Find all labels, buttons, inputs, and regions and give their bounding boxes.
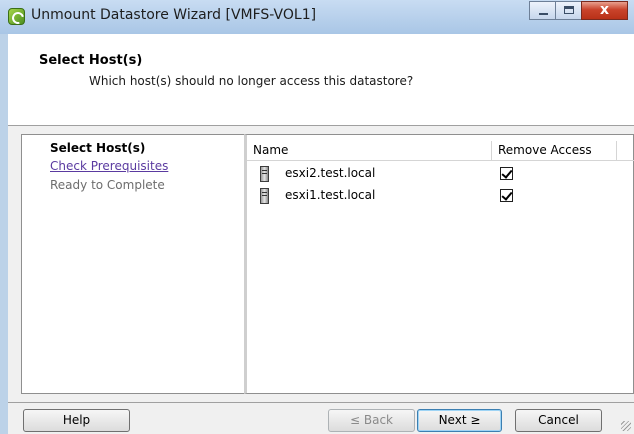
footer-divider <box>8 402 634 403</box>
page-title: Select Host(s) <box>39 53 143 68</box>
wizard-app-icon <box>8 8 25 25</box>
steps-panel: Select Host(s) Check Prerequisites Ready… <box>21 134 244 394</box>
page-subtitle: Which host(s) should no longer access th… <box>89 74 414 88</box>
cancel-button[interactable]: Cancel <box>515 409 602 432</box>
column-header-remove-access[interactable]: Remove Access <box>492 141 617 160</box>
host-name: esxi2.test.local <box>285 166 376 180</box>
help-button[interactable]: Help <box>23 409 130 432</box>
table-row[interactable]: esxi2.test.local <box>247 163 634 185</box>
next-button[interactable]: Next ≥ <box>417 409 502 432</box>
close-button[interactable]: x <box>581 1 628 20</box>
maximize-button[interactable] <box>555 1 582 20</box>
caption-buttons: x <box>529 1 628 21</box>
step-check-prerequisites-link[interactable]: Check Prerequisites <box>50 159 168 173</box>
minimize-button[interactable] <box>529 1 556 20</box>
remove-access-checkbox[interactable] <box>500 189 513 202</box>
step-ready-to-complete: Ready to Complete <box>50 178 165 192</box>
remove-access-checkbox[interactable] <box>500 167 513 180</box>
hosts-list: Name Remove Access esxi2.test.local esxi… <box>244 134 634 394</box>
back-button[interactable]: ≤ Back <box>328 409 415 432</box>
column-header-name[interactable]: Name <box>247 141 492 160</box>
server-icon <box>260 166 269 182</box>
server-icon <box>260 188 269 204</box>
step-select-hosts: Select Host(s) <box>50 141 146 155</box>
wizard-header: Select Host(s) Which host(s) should no l… <box>8 34 634 126</box>
window-title: Unmount Datastore Wizard [VMFS-VOL1] <box>31 7 317 23</box>
table-row[interactable]: esxi1.test.local <box>247 185 634 207</box>
list-header: Name Remove Access <box>247 141 634 161</box>
wizard-window: Unmount Datastore Wizard [VMFS-VOL1] x S… <box>0 0 634 434</box>
title-bar[interactable]: Unmount Datastore Wizard [VMFS-VOL1] x <box>0 0 634 34</box>
resize-grip[interactable] <box>621 421 631 431</box>
wizard-body: Select Host(s) Which host(s) should no l… <box>8 34 634 434</box>
host-name: esxi1.test.local <box>285 188 376 202</box>
